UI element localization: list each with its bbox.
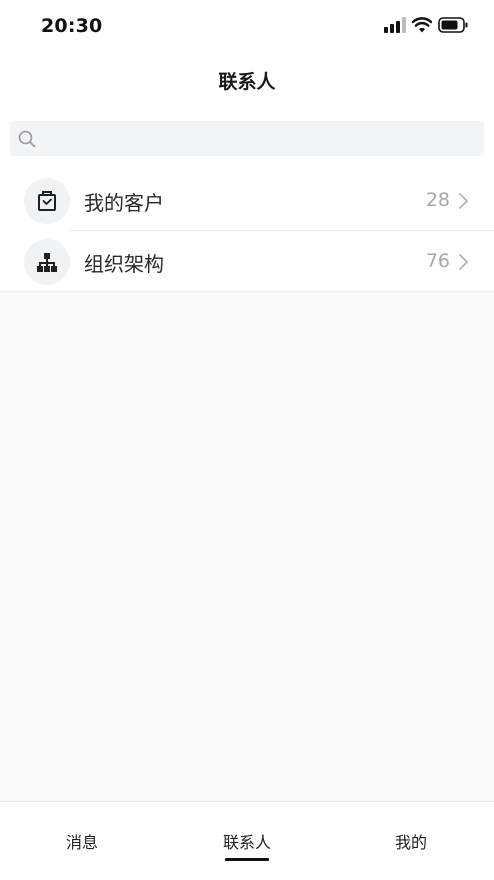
org-chart-icon	[37, 253, 57, 272]
status-time: 20:30	[41, 15, 103, 37]
divider	[0, 291, 494, 292]
search-box[interactable]	[10, 121, 484, 156]
chevron-right-icon	[459, 193, 468, 209]
search-bar	[0, 108, 494, 170]
search-input[interactable]	[44, 121, 474, 156]
tab-me[interactable]: 我的	[356, 829, 466, 853]
item-icon-circle	[24, 239, 70, 285]
signal-icon	[384, 17, 406, 33]
search-icon	[18, 130, 36, 148]
contacts-screen: 20:30 联系人 我的客户 28 组织架构 76 消息 联系人 我的	[0, 0, 494, 880]
chevron-right-icon	[459, 254, 468, 270]
list-item-org-structure[interactable]: 组织架构 76	[0, 231, 494, 292]
item-icon-circle	[24, 178, 70, 224]
battery-icon	[438, 17, 468, 33]
list-item-count: 28	[425, 189, 450, 211]
list-item-label: 我的客户	[84, 191, 164, 215]
contacts-list: 我的客户 28 组织架构 76	[0, 170, 494, 292]
tab-bar: 消息 联系人 我的	[0, 801, 494, 880]
list-item-label: 组织架构	[84, 252, 164, 276]
status-bar: 20:30	[0, 0, 494, 54]
nav-bar: 联系人	[0, 54, 494, 108]
tab-messages[interactable]: 消息	[27, 829, 137, 853]
page-title: 联系人	[218, 71, 276, 93]
tab-contacts[interactable]: 联系人	[192, 829, 302, 853]
list-item-count: 76	[425, 250, 450, 272]
active-tab-indicator	[225, 858, 269, 861]
wifi-icon	[412, 17, 432, 33]
list-item-my-customers[interactable]: 我的客户 28	[0, 170, 494, 231]
briefcase-icon	[38, 191, 56, 211]
